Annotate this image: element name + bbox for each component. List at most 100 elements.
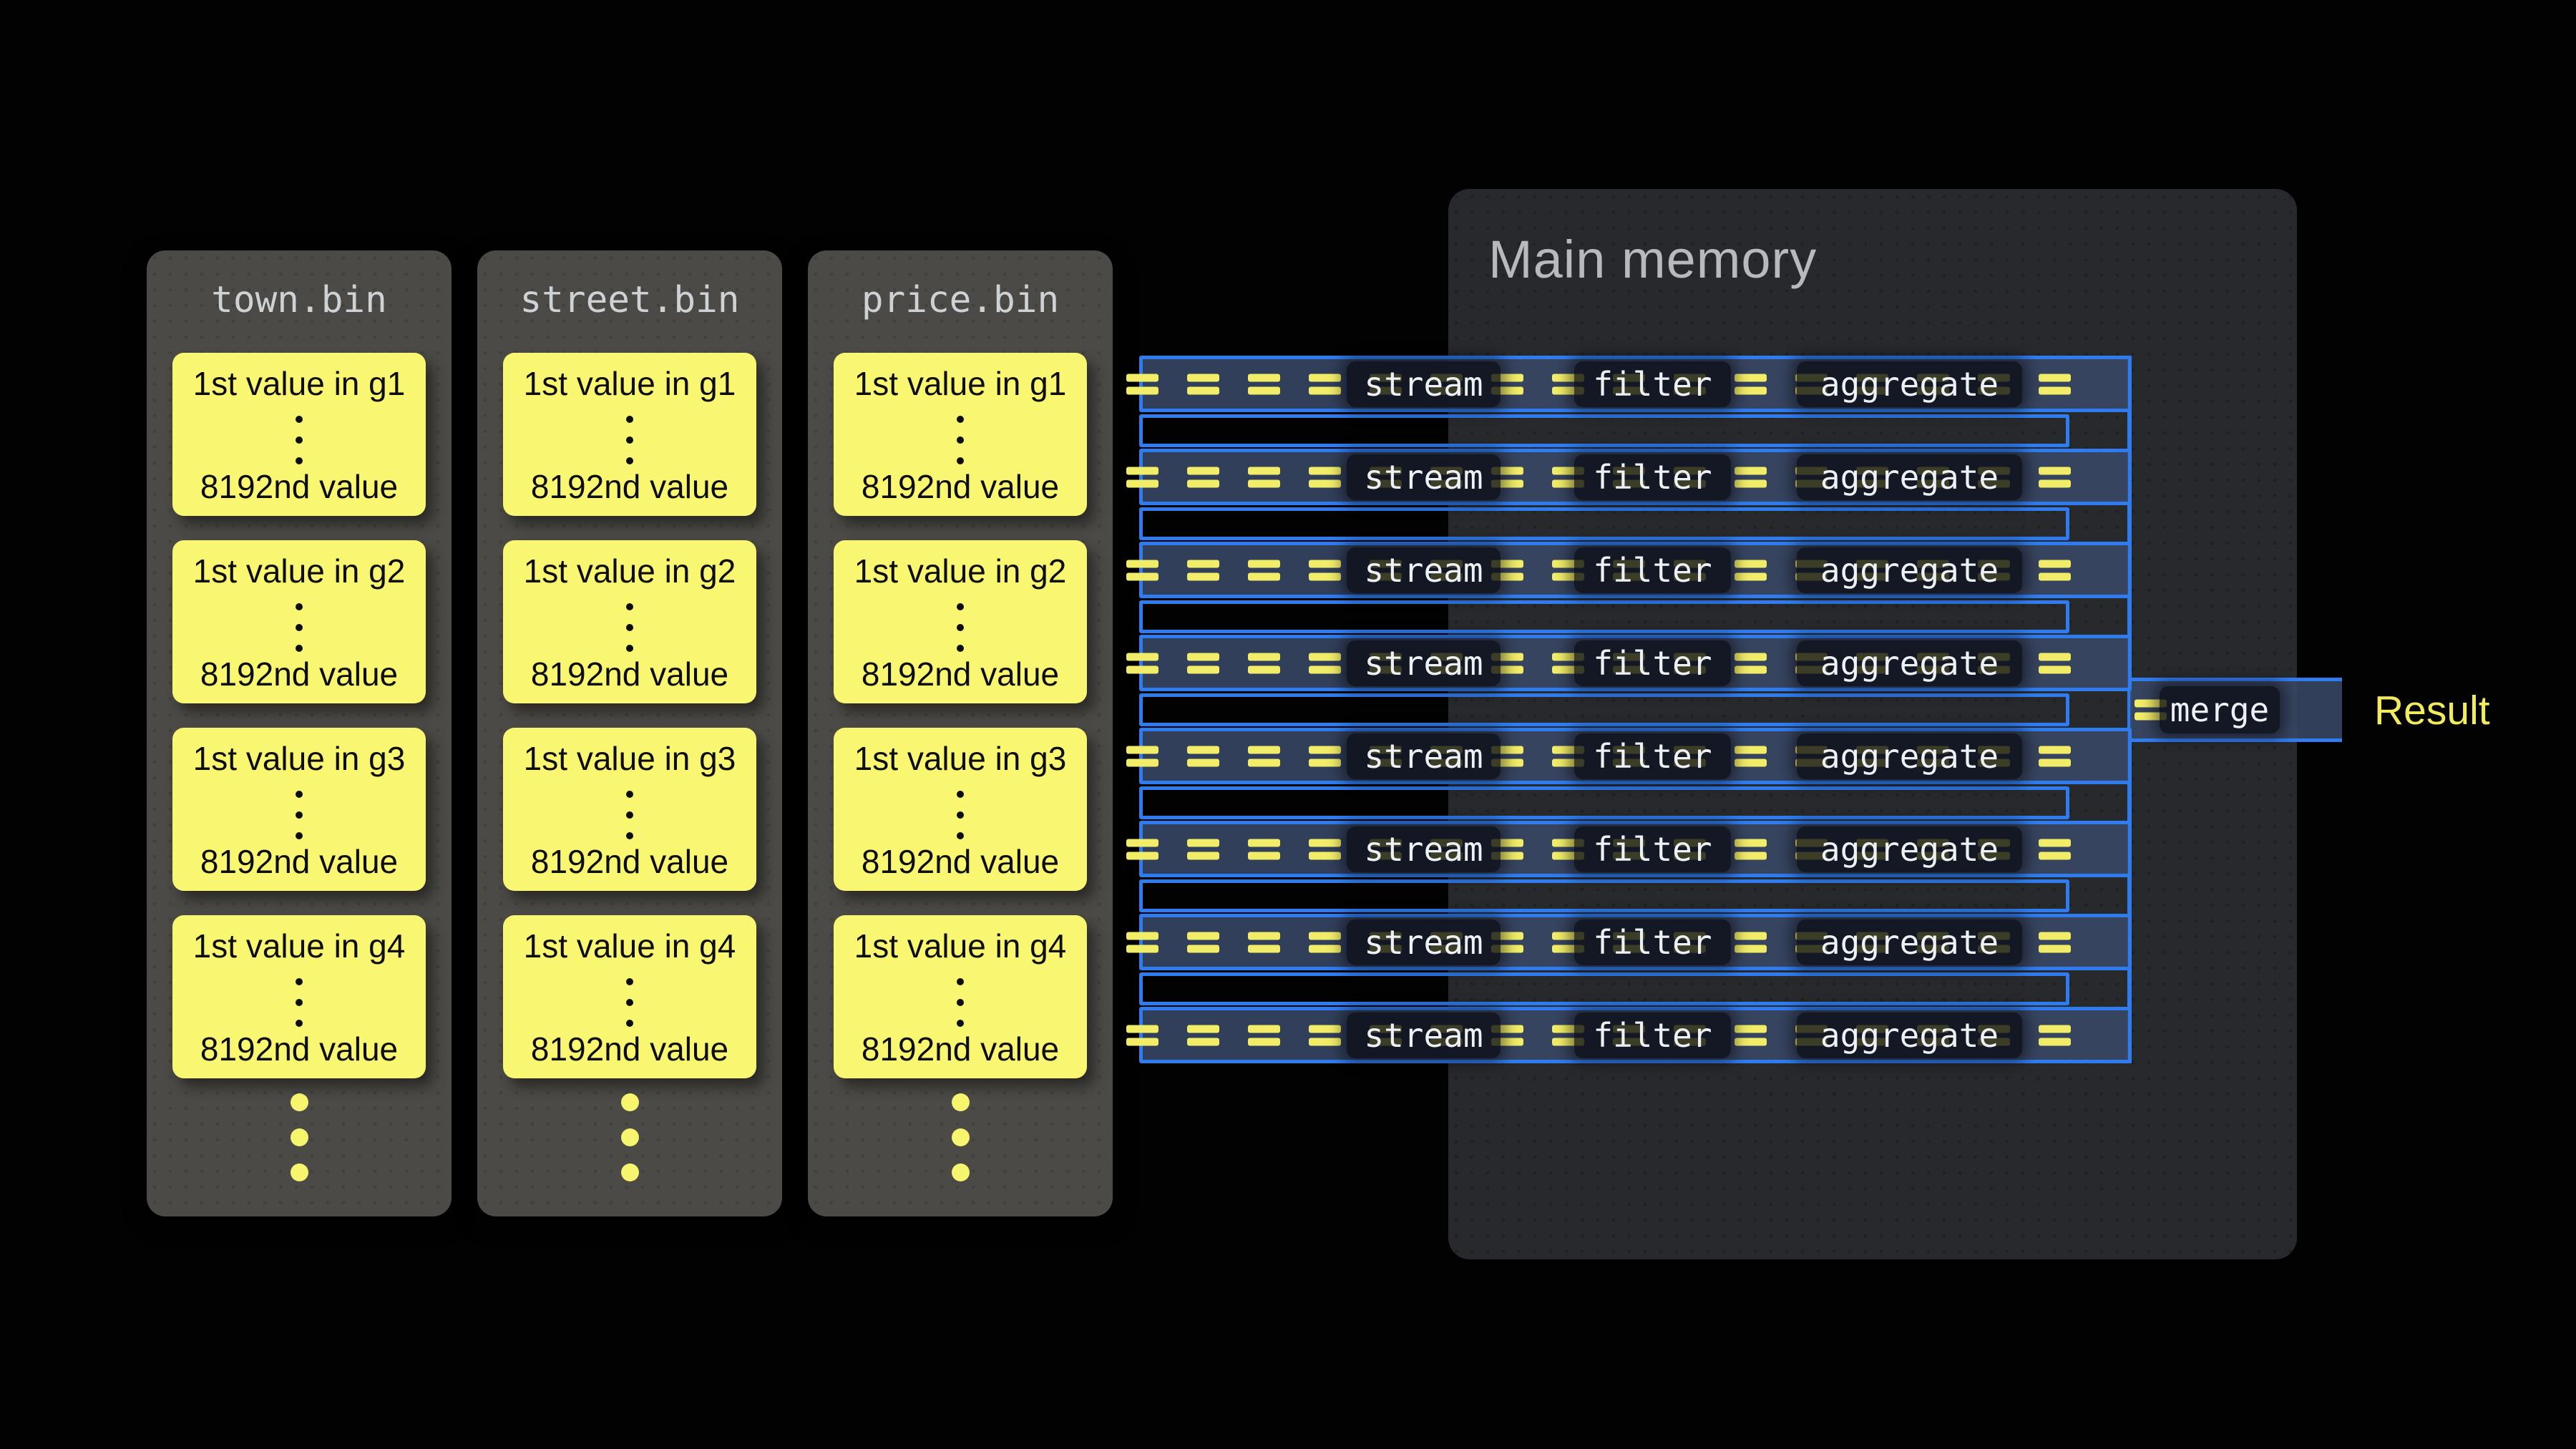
stream-operator-chip: stream [1347, 361, 1501, 407]
group-last-value: 8192nd value [172, 1030, 426, 1068]
ellipsis-dot-icon [626, 811, 633, 819]
equals-token-icon [1187, 746, 1219, 766]
ellipsis-dot-icon [291, 1128, 308, 1146]
equals-token-icon [1735, 653, 1767, 673]
filter-operator-chip: filter [1574, 1013, 1731, 1058]
equals-token-icon [1309, 467, 1341, 487]
stream-operator-chip: stream [1347, 919, 1501, 965]
file-column: street.bin 1st value in g1 8192nd value … [477, 250, 782, 1216]
merge-operator-chip: merge [2160, 686, 2280, 733]
ellipsis-dot-icon [621, 1093, 639, 1111]
group-ellipsis-icon [834, 603, 1087, 652]
group-ellipsis-icon [172, 978, 426, 1027]
ellipsis-dot-icon [626, 457, 633, 464]
equals-token-icon [1309, 932, 1341, 952]
pipeline-row: streamfilteraggregate [1139, 821, 2132, 877]
ellipsis-dot-icon [296, 457, 303, 464]
file-title: street.bin [477, 279, 782, 321]
pipeline-row: stream filter aggregate [1139, 635, 2132, 691]
aggregate-operator-chip: aggregate [1797, 640, 2022, 686]
ellipsis-dot-icon [626, 645, 633, 652]
ellipsis-dot-icon [296, 1020, 303, 1027]
ellipsis-dot-icon [626, 999, 633, 1006]
ellipsis-dot-icon [296, 978, 303, 985]
equals-token-icon [1126, 932, 1158, 952]
group-last-value: 8192nd value [503, 467, 756, 506]
equals-token-icon [1735, 1025, 1767, 1045]
ellipsis-dot-icon [957, 978, 964, 985]
filter-operator-chip: filter [1574, 826, 1731, 872]
equals-token-icon [1735, 746, 1767, 766]
value-group-box: 1st value in g2 8192nd value [503, 540, 756, 703]
value-group-box: 1st value in g3 8192nd value [172, 728, 426, 891]
pipeline-row: streamfilteraggregate [1139, 1007, 2132, 1063]
equals-token-icon [1126, 746, 1158, 766]
ellipsis-dot-icon [296, 624, 303, 631]
equals-token-icon [1187, 839, 1219, 859]
ellipsis-dot-icon [626, 436, 633, 444]
file-title: town.bin [147, 279, 452, 321]
pipeline-connector-box [1139, 507, 2069, 540]
aggregate-operator-chip: aggregate [1797, 547, 2022, 593]
group-ellipsis-icon [172, 416, 426, 464]
equals-token-icon [1248, 374, 1280, 394]
stream-operator-chip: stream [1347, 454, 1501, 500]
value-group-box: 1st value in g1 8192nd value [172, 353, 426, 516]
equals-token-icon [1309, 653, 1341, 673]
filter-operator-chip: filter [1574, 361, 1731, 407]
group-last-value: 8192nd value [834, 1030, 1087, 1068]
pipeline-row: streamfilteraggregate [1139, 914, 2132, 970]
value-group-box: 1st value in g3 8192nd value [503, 728, 756, 891]
group-first-value: 1st value in g4 [503, 927, 756, 965]
group-first-value: 1st value in g1 [503, 364, 756, 403]
group-first-value: 1st value in g3 [834, 739, 1087, 778]
equals-token-icon [1309, 560, 1341, 580]
group-ellipsis-icon [172, 791, 426, 839]
value-group-box: 1st value in g1 8192nd value [503, 353, 756, 516]
more-groups-ellipsis-icon [477, 1093, 782, 1181]
ellipsis-dot-icon [296, 645, 303, 652]
equals-token-icon [1126, 467, 1158, 487]
group-ellipsis-icon [834, 416, 1087, 464]
equals-token-icon [1187, 467, 1219, 487]
stream-operator-chip: stream [1347, 733, 1501, 779]
group-ellipsis-icon [503, 416, 756, 464]
filter-operator-chip: filter [1574, 640, 1731, 686]
ellipsis-dot-icon [296, 436, 303, 444]
aggregate-operator-chip: aggregate [1797, 361, 2022, 407]
equals-token-icon [1735, 932, 1767, 952]
ellipsis-dot-icon [626, 791, 633, 798]
group-first-value: 1st value in g2 [172, 552, 426, 590]
pipeline-connector-box [1139, 693, 2069, 726]
group-last-value: 8192nd value [834, 842, 1087, 881]
group-last-value: 8192nd value [503, 842, 756, 881]
equals-token-icon [1309, 746, 1341, 766]
ellipsis-dot-icon [957, 832, 964, 839]
filter-operator-chip: filter [1574, 454, 1731, 500]
ellipsis-dot-icon [621, 1128, 639, 1146]
group-last-value: 8192nd value [503, 655, 756, 693]
pipeline-connector-box [1139, 786, 2069, 819]
pipeline-connector-box [1139, 414, 2069, 447]
ellipsis-dot-icon [626, 416, 633, 423]
group-last-value: 8192nd value [172, 655, 426, 693]
pipeline-row: streamfilteraggregate [1139, 449, 2132, 505]
ellipsis-dot-icon [626, 624, 633, 631]
group-ellipsis-icon [503, 978, 756, 1027]
aggregate-operator-chip: aggregate [1797, 733, 2022, 779]
ellipsis-dot-icon [952, 1163, 970, 1181]
equals-token-icon [1187, 560, 1219, 580]
ellipsis-dot-icon [957, 645, 964, 652]
equals-token-icon [1126, 374, 1158, 394]
group-first-value: 1st value in g4 [172, 927, 426, 965]
equals-token-icon [1248, 653, 1280, 673]
stream-operator-chip: stream [1347, 640, 1501, 686]
aggregate-operator-chip: aggregate [1797, 1013, 2022, 1058]
equals-token-icon [1309, 839, 1341, 859]
ellipsis-dot-icon [296, 791, 303, 798]
ellipsis-dot-icon [957, 416, 964, 423]
ellipsis-dot-icon [296, 811, 303, 819]
equals-token-icon [2039, 374, 2071, 394]
pipeline-row: stream filter aggregate [1139, 356, 2132, 412]
group-last-value: 8192nd value [503, 1030, 756, 1068]
